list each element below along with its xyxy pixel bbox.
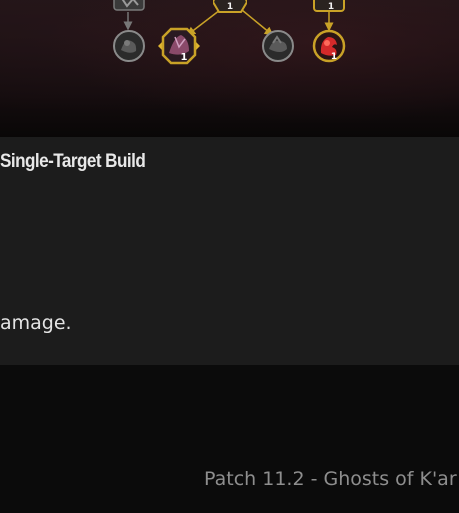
talent-node-right[interactable]: 1: [312, 29, 346, 63]
build-title: Single-Target Build: [0, 151, 146, 172]
talent-tree-connectors: [123, 9, 334, 36]
talent-node-upper-center[interactable]: 1: [213, 0, 247, 14]
talent-node-middle[interactable]: [261, 29, 295, 63]
build-card: Single-Target Build amage.: [0, 137, 459, 365]
build-description: amage.: [0, 312, 72, 334]
talent-tree: 1 1 1 1: [0, 0, 459, 137]
talent-node-upper-right[interactable]: 1: [313, 0, 345, 14]
patch-label: Patch 11.2 - Ghosts of K'ar: [204, 468, 457, 490]
talent-node-upper-left[interactable]: [113, 0, 145, 12]
rank-label: 1: [328, 2, 334, 12]
talent-node-choice[interactable]: 1: [157, 27, 201, 65]
talent-node-left[interactable]: [112, 29, 146, 63]
rank-label: 1: [181, 52, 188, 63]
rank-label: 1: [227, 2, 233, 12]
footer: Patch 11.2 - Ghosts of K'ar: [0, 365, 459, 513]
rank-label: 1: [331, 52, 337, 62]
